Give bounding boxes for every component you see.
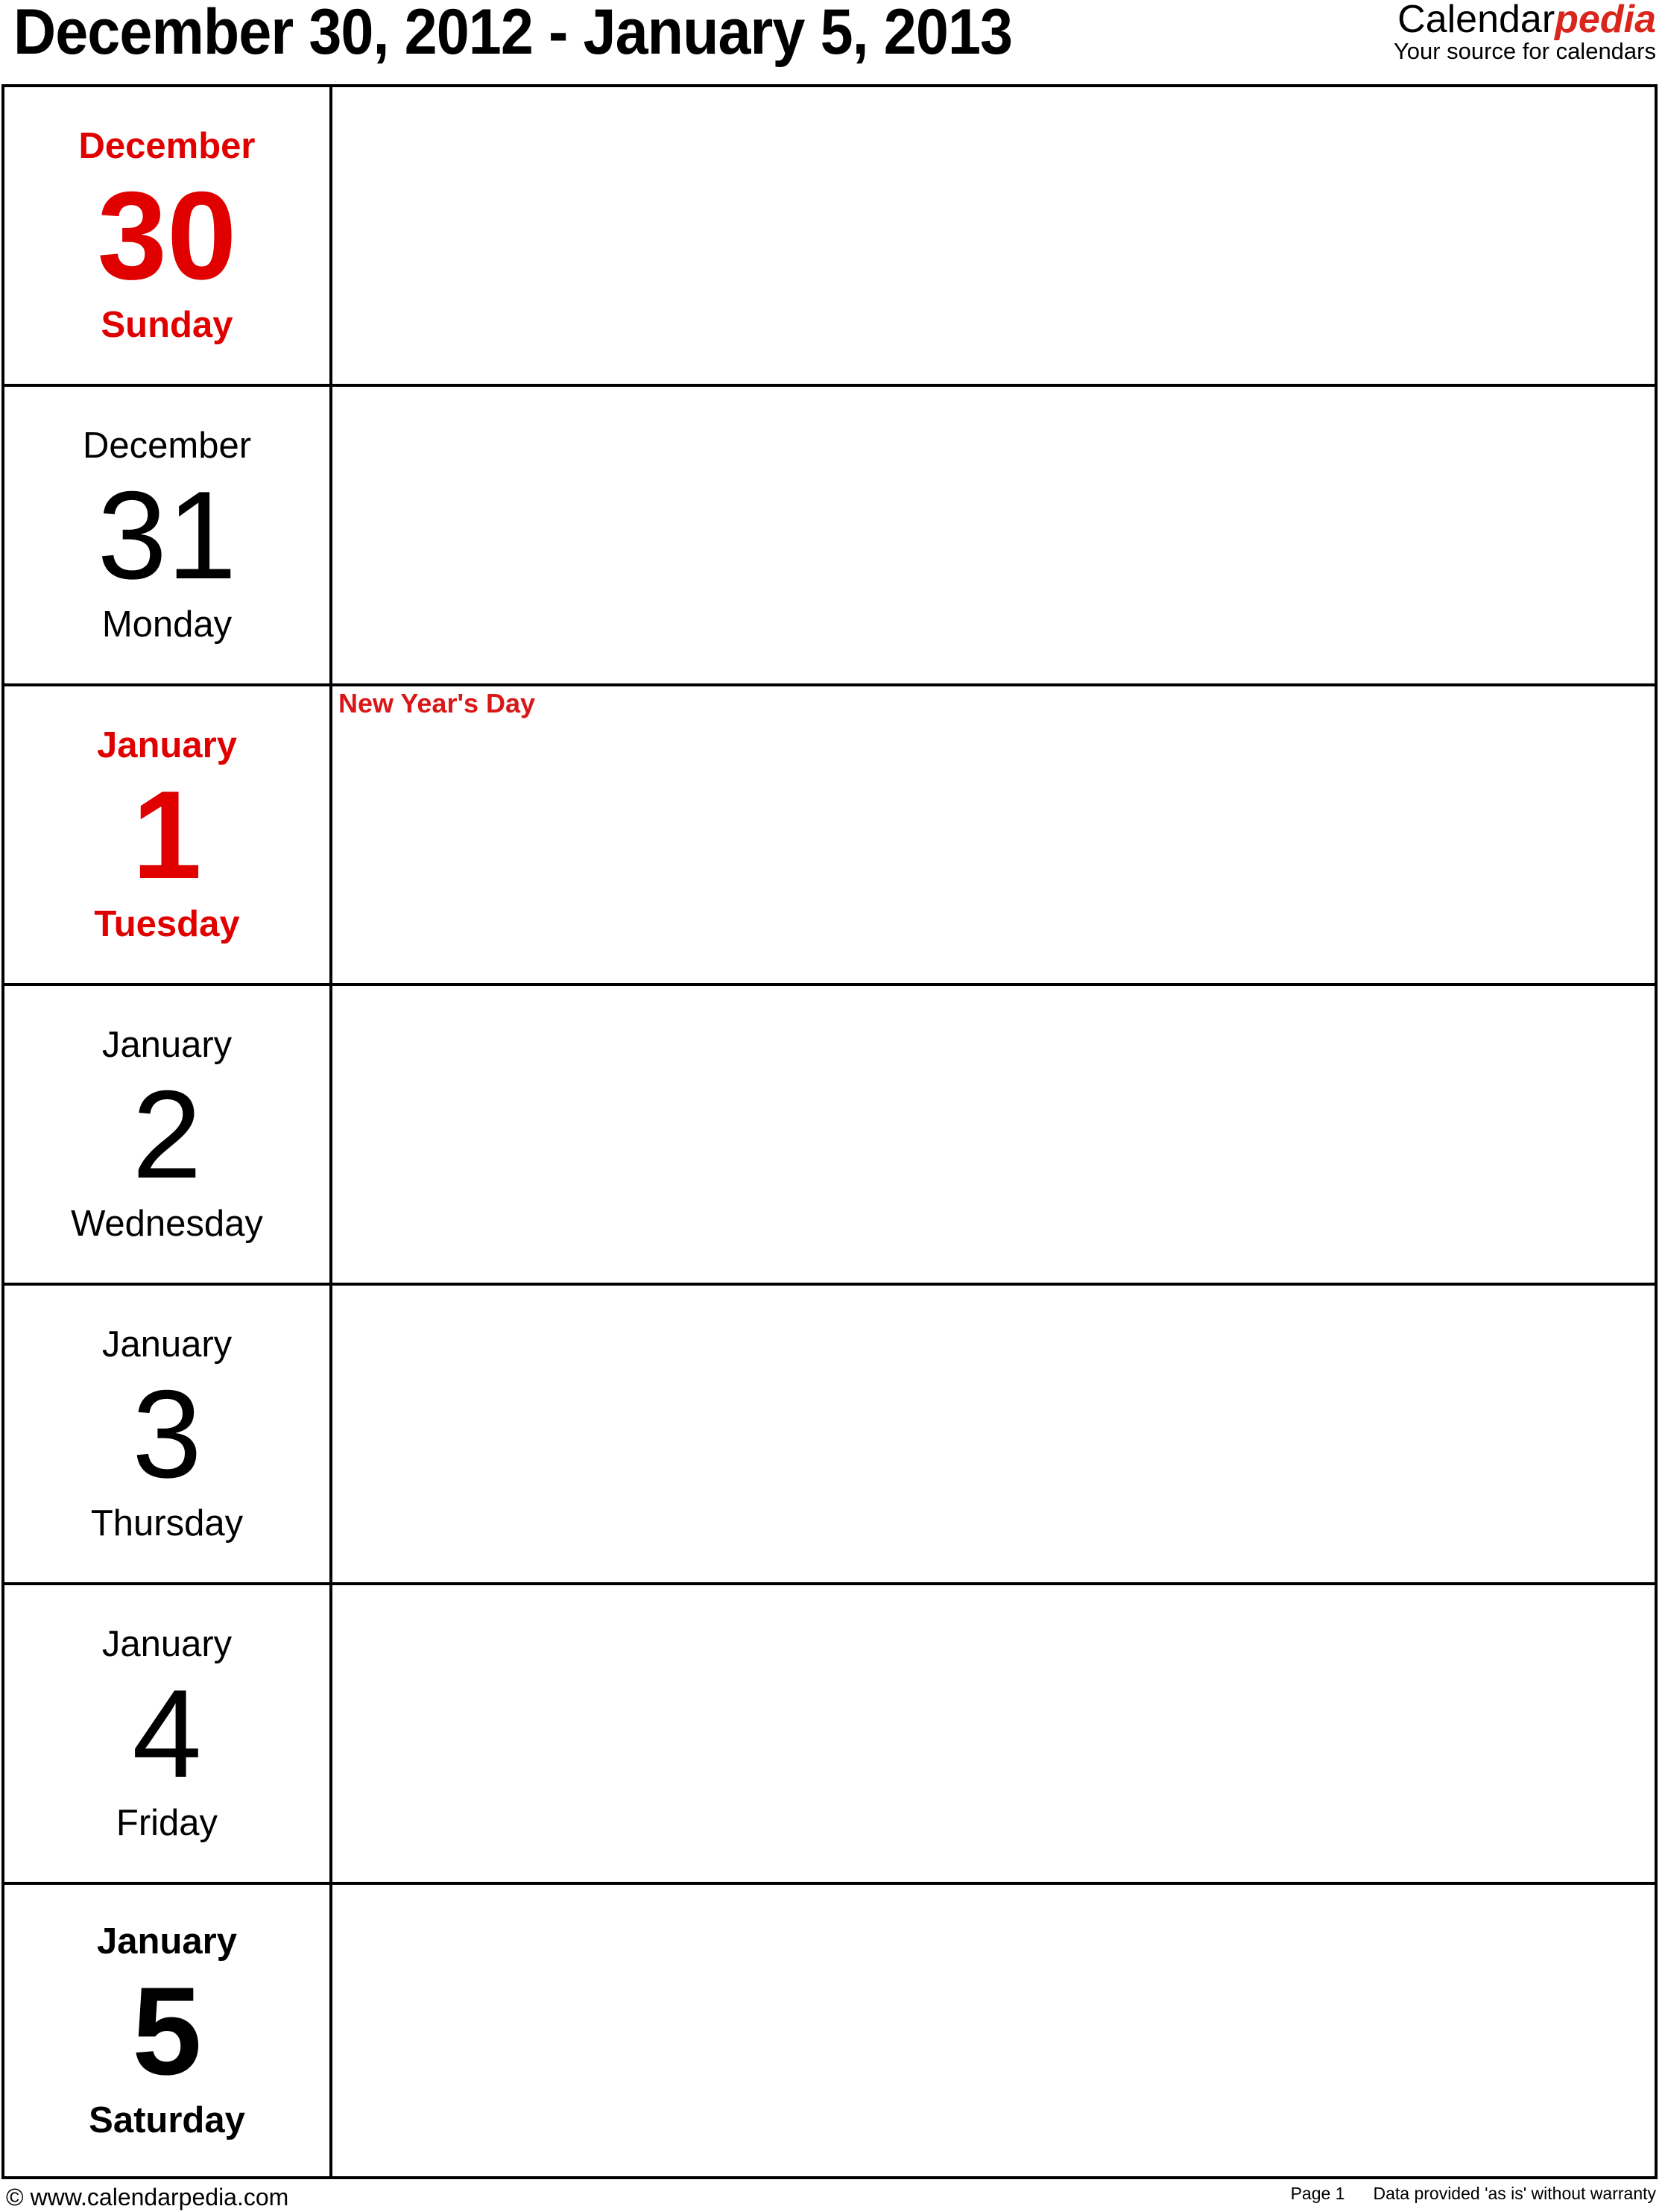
day-row: January 3 Thursday — [4, 1283, 1655, 1582]
day-cell: January 4 Friday — [4, 1585, 332, 1882]
calendarpedia-logo: Calendarpedia Your source for calendars — [1394, 0, 1656, 64]
day-notes[interactable] — [332, 1885, 1655, 2176]
day-weekday: Friday — [116, 1803, 218, 1843]
disclaimer: Data provided 'as is' without warranty — [1373, 2184, 1656, 2203]
day-month: January — [101, 1624, 233, 1664]
logo-accent-text: pedia — [1555, 0, 1656, 41]
day-weekday: Monday — [101, 604, 233, 645]
day-weekday: Saturday — [89, 2099, 245, 2140]
day-cell: January 3 Thursday — [4, 1286, 332, 1582]
day-cell: December 30 Sunday — [4, 87, 332, 384]
day-cell: January 2 Wednesday — [4, 986, 332, 1283]
event-label: New Year's Day — [338, 688, 536, 718]
day-row: January 2 Wednesday — [4, 983, 1655, 1283]
day-month: January — [101, 1324, 233, 1365]
copyright-link[interactable]: © www.calendarpedia.com — [6, 2184, 288, 2211]
day-row: December 30 Sunday — [4, 87, 1655, 384]
day-row: December 31 Monday — [4, 384, 1655, 683]
day-number: 1 — [132, 765, 202, 905]
day-number: 31 — [97, 465, 237, 605]
day-number: 5 — [132, 1960, 202, 2101]
day-number: 2 — [132, 1064, 202, 1204]
day-notes[interactable] — [332, 986, 1655, 1283]
day-notes[interactable] — [332, 1585, 1655, 1882]
day-number: 3 — [132, 1364, 202, 1504]
day-cell: January 5 Saturday — [4, 1885, 332, 2176]
logo-tagline: Your source for calendars — [1393, 38, 1656, 64]
day-cell: December 31 Monday — [4, 387, 332, 683]
logo-wordmark: Calendarpedia — [1394, 0, 1656, 39]
day-month: December — [78, 126, 256, 166]
logo-main-text: Calendar — [1397, 0, 1555, 41]
day-row: January 5 Saturday — [4, 1882, 1655, 2176]
page-number: Page 1 — [1290, 2184, 1345, 2203]
day-month: December — [82, 426, 252, 466]
day-row: January 1 Tuesday New Year's Day — [4, 683, 1655, 983]
footer-info: Page 1 Data provided 'as is' without warr… — [1291, 2184, 1656, 2204]
day-weekday: Sunday — [101, 305, 233, 345]
day-notes[interactable] — [332, 387, 1655, 683]
day-month: January — [97, 725, 237, 765]
day-weekday: Thursday — [90, 1503, 244, 1543]
day-cell: January 1 Tuesday — [4, 686, 332, 983]
day-month: January — [101, 1025, 233, 1065]
day-notes[interactable] — [332, 87, 1655, 384]
day-number: 30 — [97, 165, 237, 306]
day-row: January 4 Friday — [4, 1582, 1655, 1882]
day-month: January — [97, 1921, 237, 1962]
page-title: December 30, 2012 - January 5, 2013 — [13, 0, 1013, 68]
day-weekday: Wednesday — [71, 1204, 263, 1244]
day-weekday: Tuesday — [94, 904, 240, 944]
day-number: 4 — [132, 1663, 202, 1804]
day-notes[interactable]: New Year's Day — [332, 686, 1655, 983]
day-notes[interactable] — [332, 1286, 1655, 1582]
week-grid: December 30 Sunday December 31 Monday Ja… — [1, 84, 1658, 2179]
